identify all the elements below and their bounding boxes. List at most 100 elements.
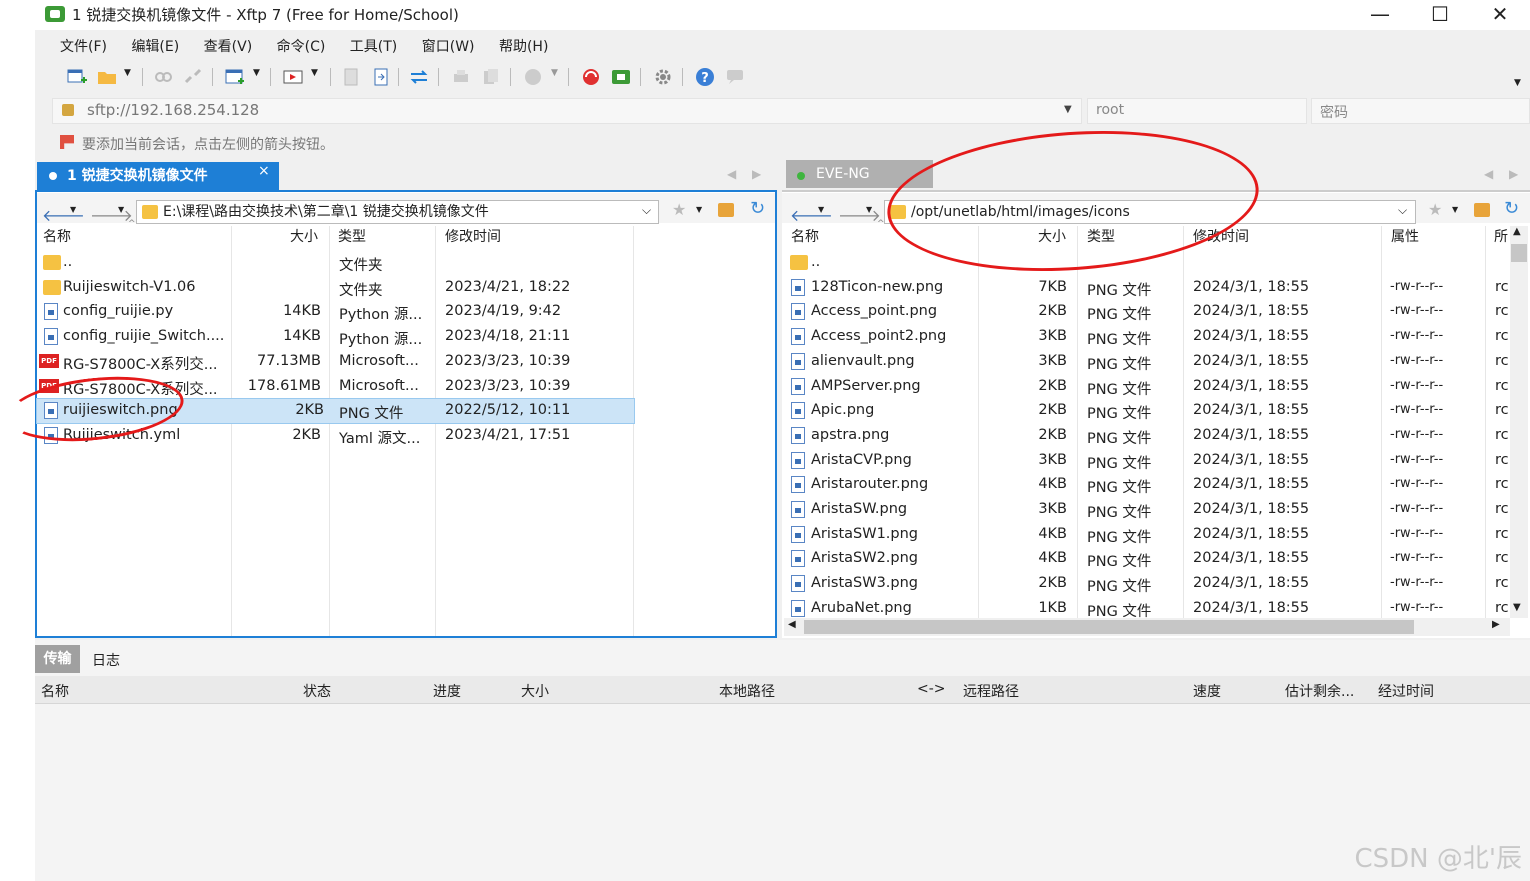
tr-col-elapsed[interactable]: 经过时间 [1378,681,1434,701]
xshell-icon[interactable] [580,66,602,88]
tab-close-button[interactable]: × [258,163,270,179]
chevron-down-icon[interactable]: ▼ [124,68,131,78]
forward-arrow-icon[interactable]: 🡒 [90,205,133,225]
remote-file-row[interactable]: AristaSW.png 3KB PNG 文件 2024/3/1, 18:55 -rw-… [784,498,1509,522]
open-folder-icon[interactable] [96,66,118,88]
gear-icon[interactable] [652,66,674,88]
tr-col-eta[interactable]: 估计剩余... [1285,681,1354,701]
maximize-button[interactable]: ☐ [1410,0,1470,30]
remote-file-row[interactable]: alienvault.png 3KB PNG 文件 2024/3/1, 18:55 -r… [784,350,1509,374]
toolbar-overflow-icon[interactable]: ▼ [1514,78,1521,88]
remote-file-row[interactable]: AristaSW3.png 2KB PNG 文件 2024/3/1, 18:55 -rw… [784,572,1509,596]
parent-folder-icon[interactable] [718,203,734,217]
menu-file[interactable]: 文件(F) [60,36,107,56]
refresh-icon[interactable]: ↻ [1504,198,1519,219]
tr-col-direction[interactable]: <-> [917,681,946,697]
menu-command[interactable]: 命令(C) [277,36,326,56]
local-file-row[interactable]: config_ruijie_Switch.... 14KB Python 源... 2… [37,325,631,349]
menu-window[interactable]: 窗口(W) [422,36,475,56]
chevron-down-icon[interactable]: ▼ [818,205,824,214]
forward-arrow-icon[interactable]: 🡒 [838,205,881,225]
parent-folder-icon[interactable] [1474,203,1490,217]
tab-next-icon[interactable]: ▶ [752,167,761,181]
xftp-icon[interactable] [610,66,632,88]
chevron-down-icon[interactable]: ▼ [118,205,124,214]
menu-edit[interactable]: 编辑(E) [131,36,179,56]
local-file-row[interactable]: config_ruijie.py 14KB Python 源... 2023/4/19… [37,300,631,324]
tr-col-speed[interactable]: 速度 [1193,681,1221,701]
remote-file-row[interactable]: 128Ticon-new.png 7KB PNG 文件 2024/3/1, 18:55… [784,276,1509,300]
local-file-row[interactable]: .. 文件夹 [37,251,631,275]
horizontal-scroll-thumb[interactable] [804,620,1414,634]
remote-file-row[interactable]: Access_point2.png 3KB PNG 文件 2024/3/1, 18:5… [784,325,1509,349]
host-input[interactable]: sftp://192.168.254.128 [87,101,259,119]
scroll-right-icon[interactable]: ▶ [1492,619,1500,630]
tab-next-icon[interactable]: ▶ [1509,167,1518,181]
chevron-down-icon[interactable]: ▼ [70,205,76,214]
chevron-down-icon[interactable]: ▼ [253,68,260,78]
chevron-down-icon[interactable]: ▼ [1452,205,1458,214]
col-size-header[interactable]: 大小 [290,226,318,248]
refresh-icon[interactable]: ↻ [750,198,765,219]
minimize-button[interactable]: — [1350,0,1410,30]
remote-file-row[interactable]: Access_point.png 2KB PNG 文件 2024/3/1, 18:55… [784,300,1509,324]
star-bookmark-icon[interactable]: ★ [672,200,686,219]
chevron-down-icon[interactable]: ▼ [866,205,872,214]
col-mtime-header[interactable]: 修改时间 [445,226,501,248]
remote-file-row[interactable]: AristaSW2.png 4KB PNG 文件 2024/3/1, 18:55 -rw… [784,547,1509,571]
tr-col-size[interactable]: 大小 [521,681,549,701]
tab-transfers[interactable]: 传输 [35,645,80,673]
tr-col-name[interactable]: 名称 [41,681,69,701]
back-arrow-icon[interactable]: 🡐 [790,205,833,225]
username-field[interactable]: root [1087,98,1307,124]
tr-col-progress[interactable]: 进度 [433,681,461,701]
col-name-header[interactable]: 名称 [791,226,819,248]
col-type-header[interactable]: 类型 [338,226,366,248]
new-session-icon[interactable] [66,66,88,88]
local-file-row[interactable]: Ruijieswitch-V1.06 文件夹 2023/4/21, 18:22 [37,276,631,300]
back-arrow-icon[interactable]: 🡐 [42,205,85,225]
terminal-icon[interactable] [282,66,304,88]
remote-file-row[interactable]: AristaCVP.png 3KB PNG 文件 2024/3/1, 18:55 -rw… [784,449,1509,473]
cell-mtime: 2024/3/1, 18:55 [1193,525,1310,542]
remote-file-row[interactable]: AMPServer.png 2KB PNG 文件 2024/3/1, 18:55 -rw… [784,375,1509,399]
tab-prev-icon[interactable]: ◀ [727,167,736,181]
remote-file-row[interactable]: AristaSW1.png 4KB PNG 文件 2024/3/1, 18:55 -rw… [784,523,1509,547]
local-path-field[interactable]: E:\课程\路由交换技术\第二章\1 锐捷交换机镜像文件 [136,200,659,224]
new-window-icon[interactable] [224,66,246,88]
col-owner-header[interactable]: 所 [1494,226,1508,248]
scroll-up-icon[interactable]: ▲ [1513,226,1521,237]
close-window-button[interactable]: ✕ [1470,0,1530,30]
col-name-header[interactable]: 名称 [43,226,71,248]
vertical-scroll-thumb[interactable] [1511,244,1527,262]
transfer-icon[interactable] [408,66,430,88]
host-dropdown-icon[interactable]: ▼ [1064,104,1072,115]
col-attr-header[interactable]: 属性 [1391,226,1419,248]
menu-help[interactable]: 帮助(H) [499,36,548,56]
menu-tools[interactable]: 工具(T) [350,36,397,56]
tab-local[interactable]: 1 锐捷交换机镜像文件 [37,162,279,190]
tr-col-remote-path[interactable]: 远程路径 [963,681,1019,701]
refresh-file-icon[interactable] [370,66,392,88]
remote-file-row[interactable]: apstra.png 2KB PNG 文件 2024/3/1, 18:55 -rw-r-… [784,424,1509,448]
scroll-left-icon[interactable]: ◀ [788,619,796,630]
remote-file-row[interactable]: Apic.png 2KB PNG 文件 2024/3/1, 18:55 -rw-r--r… [784,399,1509,423]
star-bookmark-icon[interactable]: ★ [1428,200,1442,219]
path-dropdown-icon[interactable]: ⌵ [1398,203,1407,218]
scroll-down-icon[interactable]: ▼ [1513,602,1521,613]
chevron-down-icon[interactable]: ▼ [311,68,318,78]
help-icon[interactable]: ? [694,66,716,88]
tr-col-local-path[interactable]: 本地路径 [719,681,775,701]
tab-prev-icon[interactable]: ◀ [1484,167,1493,181]
tab-log[interactable]: 日志 [92,650,120,670]
vertical-scrollbar[interactable] [1510,226,1528,618]
password-field[interactable]: 密码 [1311,98,1530,124]
tr-col-status[interactable]: 状态 [303,681,331,701]
remote-file-row[interactable]: Aristarouter.png 4KB PNG 文件 2024/3/1, 18:55… [784,473,1509,497]
local-file-row[interactable]: PDF RG-S7800C-X系列交... 77.13MB Microsoft... 2… [37,350,631,374]
path-dropdown-icon[interactable]: ⌵ [642,203,651,218]
chevron-down-icon[interactable]: ▼ [696,205,702,214]
cell-type: 文件夹 [339,282,383,299]
menu-view[interactable]: 查看(V) [204,36,253,56]
file-icon [791,352,805,370]
